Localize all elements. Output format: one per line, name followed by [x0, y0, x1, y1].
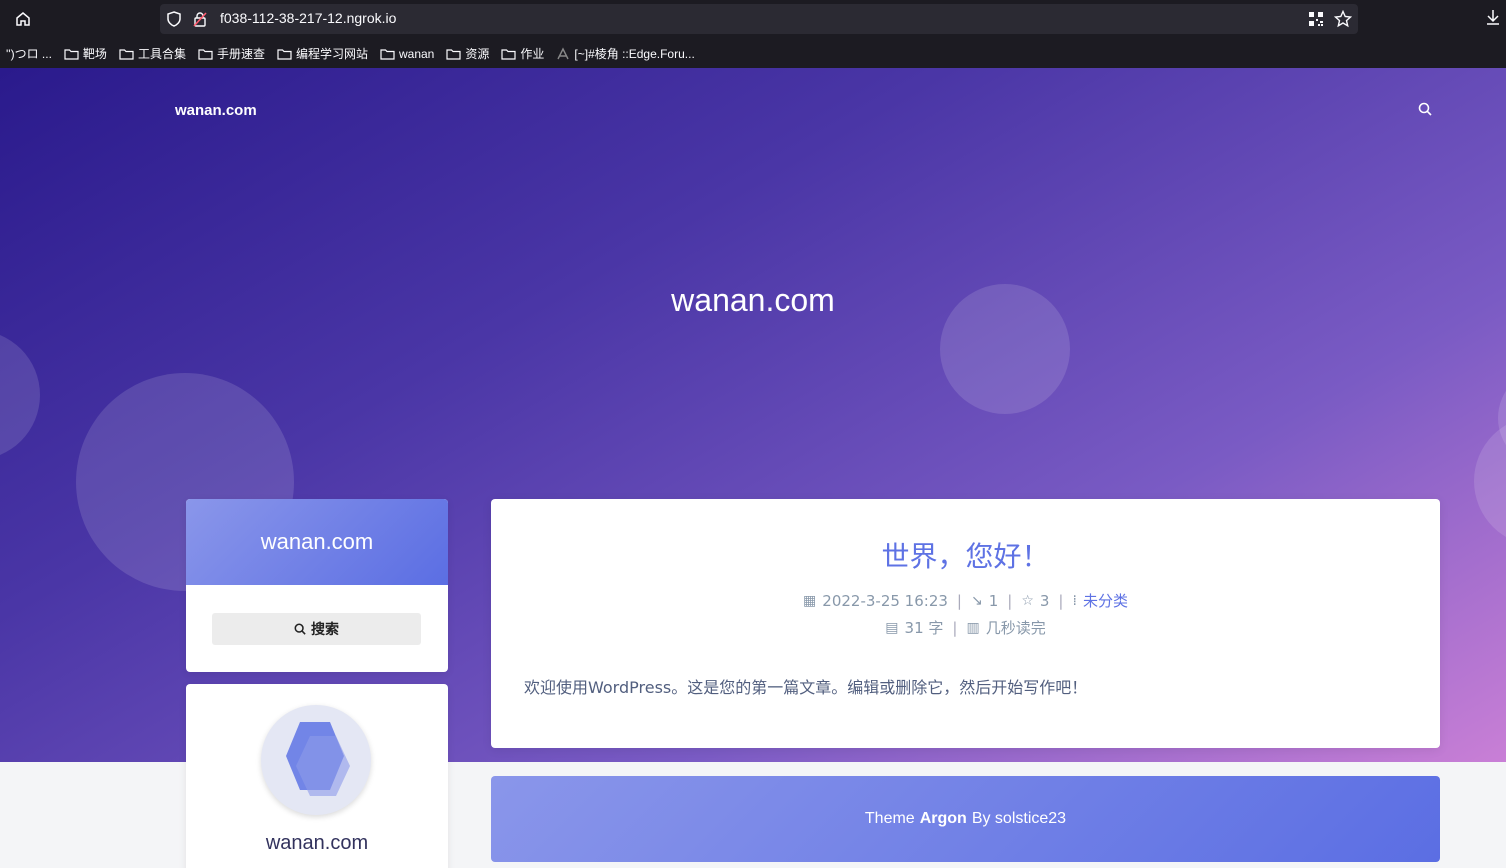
- post-date: ▦ 2022-3-25 16:23: [803, 592, 948, 610]
- address-bar[interactable]: f038-112-38-217-12.ngrok.io: [160, 4, 1358, 34]
- post-title[interactable]: 世界，您好！: [491, 535, 1440, 575]
- qr-code-icon[interactable]: [1308, 11, 1324, 31]
- post-word-count-text: 31 字: [904, 619, 944, 637]
- bookmark-label: 资源: [465, 47, 490, 61]
- home-icon[interactable]: [12, 8, 34, 30]
- web-page: wanan.com wanan.com wanan.com 搜索 wanan.c…: [0, 68, 1506, 868]
- folder-icon: [277, 48, 292, 60]
- views-star-icon: ☆: [1021, 592, 1034, 609]
- bookmark-folder[interactable]: wanan: [380, 47, 434, 61]
- bookmark-label: 编程学习网站: [295, 47, 368, 61]
- bookmark-folder[interactable]: 手册速查: [198, 45, 265, 62]
- post-read-time-text: 几秒读完: [985, 619, 1046, 637]
- post-card: 世界，您好！ ▦ 2022-3-25 16:23 | ↘ 1 | ☆ 3 | ⁞ 未分类…: [491, 499, 1440, 748]
- author-name[interactable]: wanan.com: [186, 832, 448, 855]
- folder-icon: [446, 48, 461, 60]
- meta-separator: |: [952, 618, 958, 637]
- site-brand-link[interactable]: wanan.com: [175, 102, 257, 119]
- footer-author[interactable]: By solstice23: [972, 810, 1066, 828]
- bookmark-label: 工具合集: [137, 47, 186, 61]
- bookmark-item[interactable]: '')つロ ...: [6, 45, 52, 62]
- shield-icon[interactable]: [166, 11, 182, 31]
- search-icon[interactable]: [1418, 102, 1432, 120]
- clock-icon: ▥: [966, 619, 980, 636]
- post-meta-row: ▦ 2022-3-25 16:23 | ↘ 1 | ☆ 3 | ⁞ 未分类: [491, 590, 1440, 611]
- bookmark-label: '')つロ ...: [6, 47, 52, 61]
- hexagon-logo-icon: [286, 722, 350, 796]
- footer-theme-link[interactable]: Argon: [920, 810, 967, 828]
- avatar[interactable]: [261, 705, 371, 815]
- bookmark-label: [~]#棱角 ::Edge.Foru...: [574, 47, 695, 61]
- bookmark-site[interactable]: [~]#棱角 ::Edge.Foru...: [556, 45, 695, 62]
- post-views: ☆ 3: [1021, 592, 1049, 610]
- post-excerpt: 欢迎使用WordPress。这是您的第一篇文章。编辑或删除它，然后开始写作吧！: [524, 678, 1088, 697]
- site-icon: [557, 46, 570, 59]
- bookmark-folder[interactable]: 靶场: [64, 45, 107, 62]
- footer-card: Theme Argon By solstice23: [491, 776, 1440, 862]
- post-read-time: ▥ 几秒读完: [966, 617, 1045, 638]
- folder-icon: [380, 48, 395, 60]
- folder-icon: [198, 48, 213, 60]
- category-icon: ⁞: [1072, 592, 1077, 609]
- sidebar-search-label: 搜索: [311, 622, 339, 638]
- download-icon[interactable]: [1484, 8, 1502, 30]
- post-views-count: 3: [1039, 591, 1050, 610]
- meta-separator: |: [956, 591, 962, 610]
- sidebar-search-button[interactable]: 搜索: [212, 613, 421, 645]
- post-comments: ↘ 1: [971, 592, 998, 610]
- bookmark-folder[interactable]: 工具合集: [119, 45, 186, 62]
- footer-prefix: Theme: [864, 810, 915, 827]
- meta-separator: |: [1058, 591, 1064, 610]
- meta-separator: |: [1007, 591, 1013, 610]
- bookmarks-bar: '')つロ ... 靶场 工具合集 手册速查 编程学习网站 wanan 资源 作…: [0, 40, 1506, 67]
- bookmark-star-icon[interactable]: [1333, 9, 1353, 32]
- browser-toolbar: f038-112-38-217-12.ngrok.io: [0, 0, 1506, 38]
- sidebar-site-card: wanan.com 搜索: [186, 499, 448, 672]
- bookmark-label: 作业: [520, 47, 545, 61]
- browser-chrome: f038-112-38-217-12.ngrok.io '')つロ ... 靶场…: [0, 0, 1506, 68]
- insecure-lock-icon[interactable]: [192, 11, 208, 31]
- calendar-icon: ▦: [803, 592, 817, 609]
- post-word-count: ▤ 31 字: [885, 617, 943, 638]
- folder-icon: [64, 48, 79, 60]
- sidebar-author-card: wanan.com: [186, 684, 448, 868]
- post-category: ⁞ 未分类: [1072, 590, 1127, 611]
- comment-icon: ↘: [970, 592, 983, 609]
- post-meta-row-2: ▤ 31 字 | ▥ 几秒读完: [491, 617, 1440, 638]
- post-category-link[interactable]: 未分类: [1083, 590, 1128, 611]
- sidebar-site-title[interactable]: wanan.com: [186, 499, 448, 585]
- bookmark-folder[interactable]: 编程学习网站: [277, 45, 368, 62]
- bookmark-folder[interactable]: 作业: [501, 45, 544, 62]
- folder-icon: [119, 48, 134, 60]
- post-comments-count: 1: [988, 591, 999, 610]
- bookmark-label: 靶场: [82, 47, 107, 61]
- url-text[interactable]: f038-112-38-217-12.ngrok.io: [220, 10, 396, 26]
- decor-circle: [0, 330, 40, 460]
- post-date-text: 2022-3-25 16:23: [822, 591, 948, 610]
- bookmark-label: wanan: [398, 46, 435, 61]
- hero-title: wanan.com: [671, 282, 835, 318]
- bookmark-folder[interactable]: 资源: [446, 45, 489, 62]
- bookmark-label: 手册速查: [216, 47, 265, 61]
- word-count-icon: ▤: [885, 619, 899, 636]
- folder-icon: [501, 48, 516, 60]
- search-icon: [294, 623, 306, 635]
